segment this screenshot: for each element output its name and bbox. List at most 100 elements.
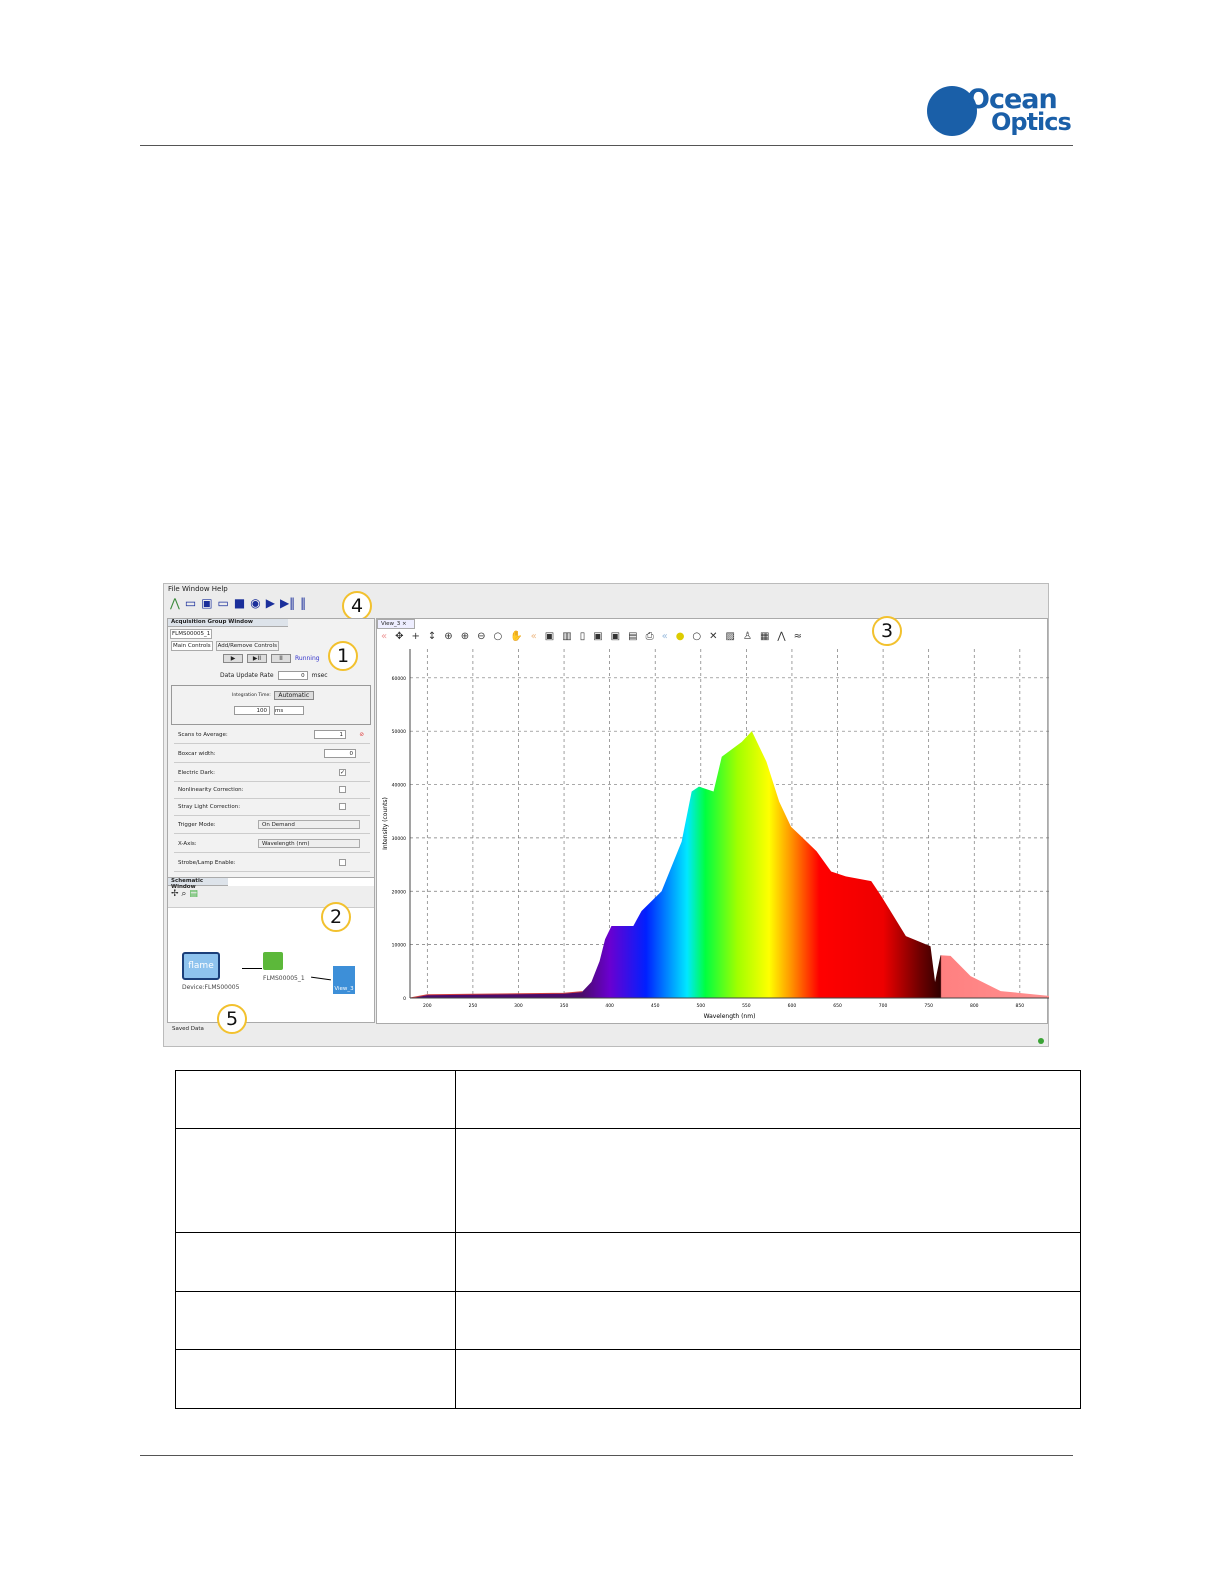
spectrum-area xyxy=(410,731,1049,998)
table-row xyxy=(175,1232,1082,1292)
table-cell xyxy=(175,1291,456,1350)
export-icon[interactable]: ▤ xyxy=(628,631,637,642)
camera-icon[interactable]: ▣ xyxy=(545,631,554,642)
trigger-mode-select[interactable]: On Demand xyxy=(258,820,360,829)
panel-title: Schematic Window xyxy=(168,878,228,890)
save-icon[interactable]: ▣ xyxy=(201,596,212,610)
back-icon[interactable]: « xyxy=(381,631,387,642)
electric-dark-checkbox[interactable]: ✓ xyxy=(339,769,346,776)
device-tab[interactable]: FLMS00005_1 xyxy=(170,629,212,639)
tab-main-controls[interactable]: Main Controls xyxy=(171,641,213,651)
vertical-icon[interactable]: ↕ xyxy=(428,631,436,642)
row-label: Electric Dark: xyxy=(178,770,216,776)
back-blue-icon[interactable]: « xyxy=(662,631,668,642)
trash-icon[interactable]: ▥ xyxy=(562,631,571,642)
x-tick-label: 700 xyxy=(879,1003,888,1009)
hand-icon[interactable]: ✋ xyxy=(510,631,522,642)
table-cell xyxy=(454,1128,1082,1233)
panel-title: Acquisition Group Window xyxy=(168,619,288,627)
wizard-icon[interactable]: ⋀ xyxy=(170,596,180,610)
table-icon[interactable]: ▦ xyxy=(760,631,769,642)
flame-device-icon[interactable]: flame xyxy=(182,952,220,980)
person-icon[interactable]: ♙ xyxy=(743,631,752,642)
bulb-off-icon[interactable]: ○ xyxy=(692,631,701,642)
callout-4: 4 xyxy=(342,591,372,621)
table-row xyxy=(175,1128,1082,1233)
automatic-button[interactable]: Automatic xyxy=(273,691,314,700)
scans-input[interactable]: 1 xyxy=(314,730,346,739)
tools-icon[interactable]: ✕ xyxy=(709,631,717,642)
boxcar-input[interactable]: 0 xyxy=(324,749,356,758)
page-icon[interactable]: ▯ xyxy=(580,631,586,642)
nonlinearity-checkbox[interactable] xyxy=(339,786,346,793)
nonlinearity-row: Nonlinearity Correction: xyxy=(174,781,370,799)
status-indicator xyxy=(1038,1038,1044,1044)
y-tick-label: 20000 xyxy=(392,889,406,895)
trigger-mode-row: Trigger Mode: On Demand xyxy=(174,816,370,834)
main-toolbar: ⋀ ▭ ▣ ▭ ■ ◉ ▶ ▶‖ ‖ xyxy=(170,596,306,610)
zoom-out-icon[interactable]: ⊖ xyxy=(477,631,485,642)
x-tick-label: 800 xyxy=(970,1003,979,1009)
tab-add-remove-controls[interactable]: Add/Remove Controls xyxy=(215,641,279,651)
play-button[interactable]: ▶ xyxy=(223,654,243,663)
table-cell xyxy=(454,1232,1082,1292)
move-icon[interactable]: ✢ xyxy=(171,889,179,899)
x-tick-label: 750 xyxy=(924,1003,933,1009)
saved-data-label[interactable]: Saved Data xyxy=(172,1026,204,1032)
save-all-icon[interactable]: ▣ xyxy=(611,631,620,642)
view-node-icon[interactable]: View_3 xyxy=(333,966,355,994)
integration-label: Integration Time: xyxy=(232,693,271,698)
camera-icon[interactable]: ■ xyxy=(234,596,245,610)
node-label: FLMS00005_1 xyxy=(263,975,305,982)
connector-arrow xyxy=(242,968,262,969)
y-tick-label: 0 xyxy=(403,996,406,1002)
chart-icon[interactable]: ▨ xyxy=(726,631,735,642)
spectrum-icon[interactable]: ≈ xyxy=(794,631,802,642)
integration-unit-select[interactable]: ms xyxy=(274,706,304,715)
x-tick-label: 550 xyxy=(742,1003,751,1009)
row-label: Boxcar width: xyxy=(178,751,216,757)
update-rate-input[interactable]: 0 xyxy=(277,671,308,680)
play-icon[interactable]: ▶ xyxy=(266,596,275,610)
strobe-checkbox[interactable] xyxy=(339,859,346,866)
back-orange-icon[interactable]: « xyxy=(531,631,537,642)
update-rate-label: Data Update Rate xyxy=(220,672,274,679)
disk-icon[interactable]: ◉ xyxy=(250,596,260,610)
callout-1: 1 xyxy=(328,641,358,671)
device-logo-text: flame xyxy=(188,961,214,971)
peaks-icon[interactable]: ⋀ xyxy=(777,631,785,642)
remove-icon[interactable]: ▤ xyxy=(189,889,198,899)
print-icon[interactable]: ⎙ xyxy=(646,631,654,642)
pause-icon[interactable]: ‖ xyxy=(300,596,306,610)
stray-light-checkbox[interactable] xyxy=(339,803,346,810)
zoom-icon[interactable]: ⊕ xyxy=(444,631,452,642)
pan-icon[interactable]: ✥ xyxy=(395,631,403,642)
device-label: Device:FLMS00005 xyxy=(182,984,240,991)
step-icon[interactable]: ▶‖ xyxy=(280,596,295,610)
y-tick-label: 60000 xyxy=(392,676,406,682)
table-row xyxy=(175,1291,1082,1350)
status-text: Running xyxy=(295,655,320,662)
zoom-fit-icon[interactable]: ○ xyxy=(493,631,502,642)
pause-button[interactable]: II xyxy=(271,654,291,663)
bulb-on-icon[interactable]: ● xyxy=(676,631,685,642)
processing-node-icon[interactable] xyxy=(263,952,283,970)
menu-bar[interactable]: File Window Help xyxy=(168,585,228,593)
step-button[interactable]: ▶II xyxy=(247,654,267,663)
view-tab[interactable]: View_3 × xyxy=(377,619,415,629)
zoom-in-icon[interactable]: ⊕ xyxy=(461,631,469,642)
table-row xyxy=(175,1070,1082,1129)
crosshair-icon[interactable]: + xyxy=(412,631,420,642)
stop-icon[interactable]: ⊘ xyxy=(359,726,364,744)
integration-input[interactable]: 100 xyxy=(234,706,270,715)
x-tick-label: 300 xyxy=(514,1003,523,1009)
spectrum-chart[interactable]: 0 10000 20000 30000 40000 50000 60000 200 250 300… xyxy=(377,649,1049,1025)
open-icon[interactable]: ▭ xyxy=(185,596,196,610)
x-axis-select[interactable]: Wavelength (nm) xyxy=(258,839,360,848)
integration-group: Integration Time: Automatic 100 ms xyxy=(171,685,371,725)
close-icon[interactable]: ▭ xyxy=(218,596,229,610)
save-icon[interactable]: ▣ xyxy=(593,631,602,642)
update-rate-unit: msec xyxy=(311,672,328,679)
view-tab-label: View_3 xyxy=(381,621,401,627)
search-icon[interactable]: ⌕ xyxy=(181,889,186,899)
